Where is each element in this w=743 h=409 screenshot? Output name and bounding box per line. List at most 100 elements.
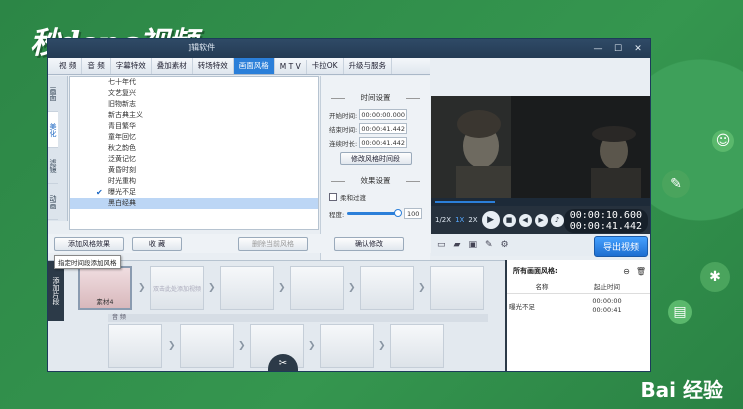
style-list-item-label: 秋之韵色 xyxy=(108,144,136,152)
tab-item[interactable]: M T V xyxy=(275,60,307,74)
next-frame-icon[interactable]: ▶ xyxy=(534,213,548,227)
export-video-button[interactable]: 导出视频 xyxy=(593,236,648,257)
tab-item[interactable]: 字幕特效 xyxy=(111,58,152,74)
style-list-item[interactable]: 青目繁华 xyxy=(70,121,318,132)
audio-slot[interactable] xyxy=(180,324,234,368)
add-clip-tab[interactable]: 添加片段 xyxy=(48,261,64,321)
style-list-item[interactable]: 七十年代 xyxy=(70,77,318,88)
style-list: 七十年代文艺复兴旧物新志新古典主义 青目繁华 童年回忆秋之韵色泛黄记忆 黄昏时刻时光重… xyxy=(69,76,319,230)
degree-slider[interactable] xyxy=(347,209,403,217)
style-list-item[interactable]: 时光重构 xyxy=(70,176,318,187)
table-row[interactable]: 曝光不足 00:00:00 00:00:41 xyxy=(507,297,650,315)
tooltip: 指定时间段添加风格 xyxy=(54,255,121,269)
delete-current-style-button[interactable]: 删除当前风格 xyxy=(238,236,308,251)
video-frame xyxy=(431,96,650,198)
style-list-item[interactable]: ✔ 曝光不足 xyxy=(70,187,318,198)
tab-item[interactable]: 升级与服务 xyxy=(344,58,393,74)
title-bar: ]辑软件 — ☐ ✕ xyxy=(48,39,650,58)
video-preview xyxy=(431,96,650,198)
arrow-icon: ❯ xyxy=(308,341,316,351)
empty-clip-slot[interactable]: 双击此处添加视频 xyxy=(150,266,204,310)
style-list-item-label: 童年回忆 xyxy=(108,133,136,141)
style-list-item[interactable]: 新古典主义 xyxy=(70,110,318,121)
style-list-item-label: 黄昏时刻 xyxy=(108,166,136,174)
audio-slot[interactable] xyxy=(108,324,162,368)
tab-item[interactable]: 视 频 xyxy=(54,58,83,74)
speed-1x[interactable]: 1X xyxy=(455,216,464,224)
rail-item[interactable]: 美化 xyxy=(48,112,58,148)
fade-row: 柔和过渡 xyxy=(329,192,430,202)
tab-item[interactable]: 画面风格 xyxy=(233,58,275,74)
degree-value[interactable]: 100 xyxy=(404,208,423,219)
empty-clip-text: 双击此处添加视频 xyxy=(152,285,201,293)
style-list-item[interactable]: 旧物新志 xyxy=(70,99,318,110)
clip-thumb[interactable]: 素材4 xyxy=(78,266,132,310)
rail-item[interactable]: 动画 xyxy=(48,184,58,220)
duration-field[interactable]: 00:00:41.442 xyxy=(359,137,408,148)
stop-icon[interactable]: ■ xyxy=(502,213,516,227)
tab-item[interactable]: 音 频 xyxy=(82,58,111,74)
duration-label: 连续时长: xyxy=(329,139,358,148)
style-action-bar: 添加风格效果 收 藏 删除当前风格 确认修改 xyxy=(48,234,431,253)
arrow-icon: ❯ xyxy=(278,283,286,293)
arrow-icon: ❯ xyxy=(418,283,426,293)
empty-clip-slot[interactable] xyxy=(290,266,344,310)
style-list-item[interactable]: 黑白经典 xyxy=(70,198,318,209)
speed-half[interactable]: 1/2X xyxy=(435,216,451,224)
start-time-field[interactable]: 00:00:00.000 xyxy=(359,109,408,120)
degree-row: 程度: 100 xyxy=(329,208,430,219)
play-icon[interactable]: ▶ xyxy=(481,211,500,229)
ratio-icon[interactable]: ▭ xyxy=(437,240,446,250)
edit-icon[interactable]: ✎ xyxy=(485,240,493,250)
start-time-label: 开始时间: xyxy=(329,111,358,120)
arrow-icon: ❯ xyxy=(168,341,176,351)
trash-icon[interactable]: 🗑 xyxy=(636,267,646,276)
style-list-item[interactable]: 泛黄记忆 xyxy=(70,154,318,165)
minimize-button[interactable]: — xyxy=(590,44,606,54)
total-time: 00:00:41.442 xyxy=(569,221,642,232)
style-list-item-label: 旧物新志 xyxy=(108,100,136,108)
empty-clip-slot[interactable] xyxy=(220,266,274,310)
style-list-item-label: 时光重构 xyxy=(108,177,136,185)
style-list-item[interactable]: 文艺复兴 xyxy=(70,88,318,99)
tab-item[interactable]: 转场特效 xyxy=(193,58,234,74)
style-list-item[interactable]: 童年回忆 xyxy=(70,132,318,143)
tab-item[interactable]: 卡拉OK xyxy=(307,58,344,74)
close-button[interactable]: ✕ xyxy=(630,44,646,54)
audio-slot[interactable] xyxy=(390,324,444,368)
degree-label: 程度: xyxy=(329,210,345,219)
add-style-button[interactable]: 添加风格效果 xyxy=(54,236,124,251)
degree-slider-knob[interactable] xyxy=(394,209,403,217)
prev-frame-icon[interactable]: ◀ xyxy=(518,213,532,227)
modify-style-time-button[interactable]: 修改风格时间段 xyxy=(339,152,412,165)
collect-button[interactable]: 收 藏 xyxy=(132,236,182,251)
style-list-item[interactable]: 黄昏时刻 xyxy=(70,165,318,176)
style-list-item[interactable]: 秋之韵色 xyxy=(70,143,318,154)
end-time-field[interactable]: 00:00:41.442 xyxy=(359,123,408,134)
col-time: 起止时间 xyxy=(594,283,620,291)
save-icon[interactable]: ▣ xyxy=(468,240,477,250)
decor-icon: ☺ xyxy=(712,130,734,152)
folder-icon[interactable]: ▰ xyxy=(454,240,461,250)
empty-clip-slot[interactable] xyxy=(430,266,484,310)
speed-2x[interactable]: 2X xyxy=(468,216,477,224)
arrow-icon: ❯ xyxy=(378,341,386,351)
row-name: 曝光不足 xyxy=(509,303,535,311)
empty-clip-slot[interactable] xyxy=(360,266,414,310)
settings-icon[interactable]: ⚙ xyxy=(501,240,509,250)
start-time-row: 开始时间: 00:00:00.000 xyxy=(329,109,430,120)
decor-icon: ✎ xyxy=(662,170,690,198)
style-list-item-label: 七十年代 xyxy=(108,78,136,86)
playback-progress[interactable] xyxy=(431,198,650,206)
rail-item[interactable]: 画面 xyxy=(48,76,58,112)
rail-item[interactable]: 滤镜 xyxy=(48,148,58,184)
back-icon[interactable]: ⊖ xyxy=(623,267,630,276)
volume-icon[interactable]: ♪ xyxy=(550,213,564,227)
confirm-modify-button[interactable]: 确认修改 xyxy=(334,236,404,251)
style-list-item-label: 文艺复兴 xyxy=(108,89,136,97)
maximize-button[interactable]: ☐ xyxy=(610,44,626,54)
col-name: 名称 xyxy=(535,283,549,291)
audio-slot[interactable] xyxy=(320,324,374,368)
fade-checkbox[interactable] xyxy=(329,193,337,201)
tab-item[interactable]: 叠加素材 xyxy=(152,58,193,74)
